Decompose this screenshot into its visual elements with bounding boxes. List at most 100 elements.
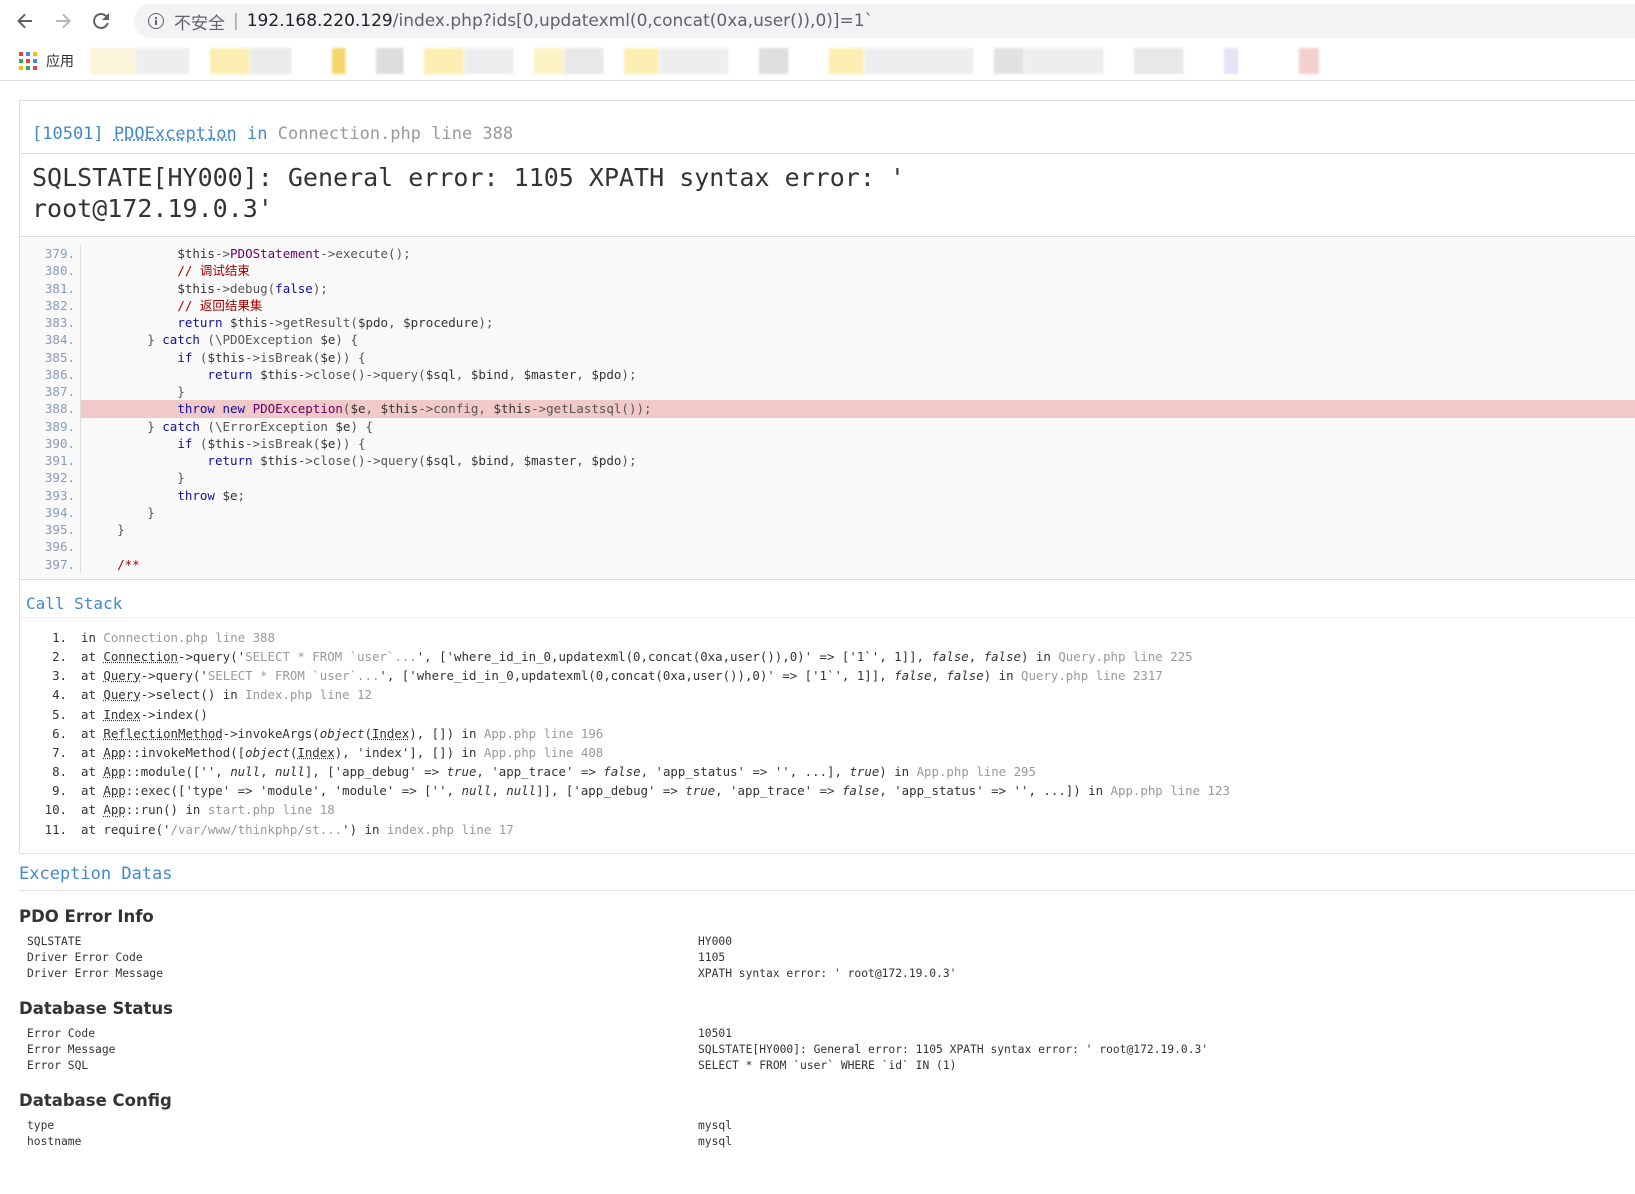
line-code: // 调试结束 [177, 263, 250, 279]
line-number: 392. [20, 469, 81, 487]
line-number: 391. [20, 452, 81, 470]
pdo-error-info-key: SQLSTATE [27, 934, 82, 948]
source-line: 395. } [20, 521, 1635, 539]
database-status-value: SELECT * FROM `user` WHERE `id` IN (1) [698, 1059, 957, 1073]
call-stack-text: at require('/var/www/thinkphp/st...') in… [81, 821, 514, 837]
call-stack-list: 1. in Connection.php line 388 2. at Connect… [20, 618, 1635, 853]
line-code: // 返回结果集 [177, 297, 263, 313]
line-code: throw $e; [177, 487, 246, 503]
line-number: 381. [20, 279, 81, 297]
call-stack-text: at App::invokeMethod([object(Index), 'in… [81, 744, 604, 760]
call-stack-number: 7. [52, 744, 67, 760]
line-code: return $this->close()->query($sql, $bind… [207, 453, 637, 468]
call-stack-text: at Connection->query('SELECT * FROM `use… [81, 648, 1193, 664]
exception-class[interactable]: PDOException [114, 124, 237, 144]
reload-icon [93, 12, 109, 29]
line-code: } catch (\PDOException $e) { [87, 332, 358, 348]
database-status-row: Error Message SQLSTATE[HY000]: General er… [19, 1042, 1635, 1058]
source-line: 381. $this->debug(false); [20, 279, 1635, 297]
line-number: 384. [20, 331, 81, 349]
info-icon[interactable] [148, 13, 164, 29]
call-stack-text: at ReflectionMethod->invokeArgs(object(I… [81, 725, 604, 741]
url-path: /index.php?ids[0,updatexml(0,concat(0xa,… [392, 11, 874, 31]
exception-heading: [10501] PDOException in Connection.php l… [32, 121, 1623, 147]
call-stack-text: at Index->index() [81, 706, 208, 722]
line-number: 389. [20, 417, 81, 435]
exception-file: Connection.php line 388 [277, 124, 514, 144]
line-number: 395. [20, 521, 81, 539]
line-code: } [87, 522, 125, 537]
line-number: 385. [20, 348, 81, 366]
database-config-key: hostname [27, 1134, 82, 1148]
line-number: 382. [20, 296, 81, 314]
source-line: 391. return $this->close()->query($sql, … [20, 452, 1635, 470]
call-stack-item: 4. at Query->select() in Index.php line 1… [20, 685, 1635, 704]
pdo-error-info-value: HY000 [698, 934, 733, 948]
call-stack-item: 6. at ReflectionMethod->invokeArgs(object… [20, 724, 1635, 743]
reload-button[interactable] [88, 8, 114, 34]
call-stack-item: 9. at App::exec(['type' => 'module', 'mod… [20, 781, 1635, 800]
pdo-error-info-value: 1105 [698, 951, 726, 965]
back-button[interactable] [12, 8, 38, 34]
call-stack-number: 5. [52, 706, 67, 722]
pdo-error-info-table: SQLSTATE HY000 Driver Error Code 1105 Driver… [19, 934, 1635, 983]
call-stack-number: 4. [52, 687, 67, 703]
line-number: 390. [20, 434, 81, 452]
source-line: 389. } catch (\ErrorException $e) { [20, 417, 1635, 435]
pdo-error-info-key: Driver Error Message [27, 967, 164, 981]
source-line: 394. } [20, 503, 1635, 521]
database-status-value: SQLSTATE[HY000]: General error: 1105 XPA… [698, 1043, 1209, 1056]
call-stack-item: 7. at App::invokeMethod([object(Index), '… [20, 743, 1635, 762]
error-page: [10501] PDOException in Connection.php l… [19, 100, 1635, 1150]
line-code: $this->debug(false); [177, 280, 328, 296]
line-number: 383. [20, 314, 81, 332]
pdo-error-info-row: Driver Error Code 1105 [19, 950, 1635, 966]
source-line: 380. // 调试结束 [20, 262, 1635, 280]
database-config-value: mysql [698, 1134, 733, 1148]
source-line: 390. if ($this->isBreak($e)) { [20, 434, 1635, 452]
database-config-table: type mysql hostname mysql [19, 1118, 1635, 1151]
forward-button[interactable] [50, 8, 76, 34]
pdo-error-info-title: PDO Error Info [19, 906, 154, 926]
database-config-row: type mysql [19, 1118, 1635, 1134]
call-stack-number: 9. [52, 783, 67, 799]
source-line: 386. return $this->close()->query($sql, … [20, 365, 1635, 383]
call-stack-text: at App::exec(['type' => 'module', 'modul… [81, 783, 1230, 799]
call-stack-text: at App::run() in start.php line 18 [81, 802, 335, 818]
call-stack-item: 10. at App::run() in start.php line 18 [20, 800, 1635, 819]
database-status-key: Error Code [27, 1026, 96, 1040]
source-line: 392. } [20, 469, 1635, 487]
exception-datas-title: Exception Datas [19, 854, 1635, 891]
url-host: 192.168.220.129 [246, 11, 393, 31]
line-number: 388. [20, 400, 81, 418]
arrow-right-icon [56, 13, 71, 29]
source-line: 396. [20, 538, 1635, 556]
line-code: return $this->close()->query($sql, $bind… [207, 366, 637, 382]
call-stack-number: 11. [44, 821, 67, 837]
url-text[interactable]: 192.168.220.129/index.php?ids[0,updatexm… [247, 11, 873, 31]
database-status-title: Database Status [19, 998, 173, 1018]
line-number: 396. [20, 538, 81, 556]
line-code: return $this->getResult($pdo, $procedure… [177, 315, 494, 330]
exception-datas: Exception Datas PDO Error Info SQLSTATE H… [19, 854, 1635, 1150]
exception-info: [10501] PDOException in Connection.php l… [20, 101, 1635, 236]
apps-grid-icon[interactable] [19, 52, 37, 70]
call-stack-number: 6. [52, 725, 67, 741]
line-code: } [87, 470, 185, 486]
database-status-value: 10501 [698, 1026, 733, 1040]
source-line-highlighted: 388. throw new PDOException($e, $this->c… [20, 400, 1635, 418]
pdo-error-info-row: Driver Error Message XPATH syntax error: … [19, 966, 1635, 982]
line-number: 393. [20, 486, 81, 504]
call-stack-number: 2. [52, 648, 67, 664]
call-stack-item: 1. in Connection.php line 388 [20, 628, 1635, 647]
exception-message: SQLSTATE[HY000]: General error: 1105 XPA… [20, 153, 1635, 236]
apps-label[interactable]: 应用 [46, 51, 74, 71]
bookmarks-bar: 应用 [0, 42, 1635, 81]
line-code: throw new PDOException($e, $this->config… [81, 400, 1635, 418]
line-code: $this->PDOStatement->execute(); [177, 246, 411, 261]
source-line: 397. /** [20, 555, 1635, 573]
source-code: 379. $this->PDOStatement->execute(); 380.… [20, 236, 1635, 579]
address-bar[interactable]: 不安全 | 192.168.220.129/index.php?ids[0,up… [134, 4, 1635, 38]
database-config-title: Database Config [19, 1090, 172, 1110]
call-stack-text: in Connection.php line 388 [81, 629, 275, 645]
